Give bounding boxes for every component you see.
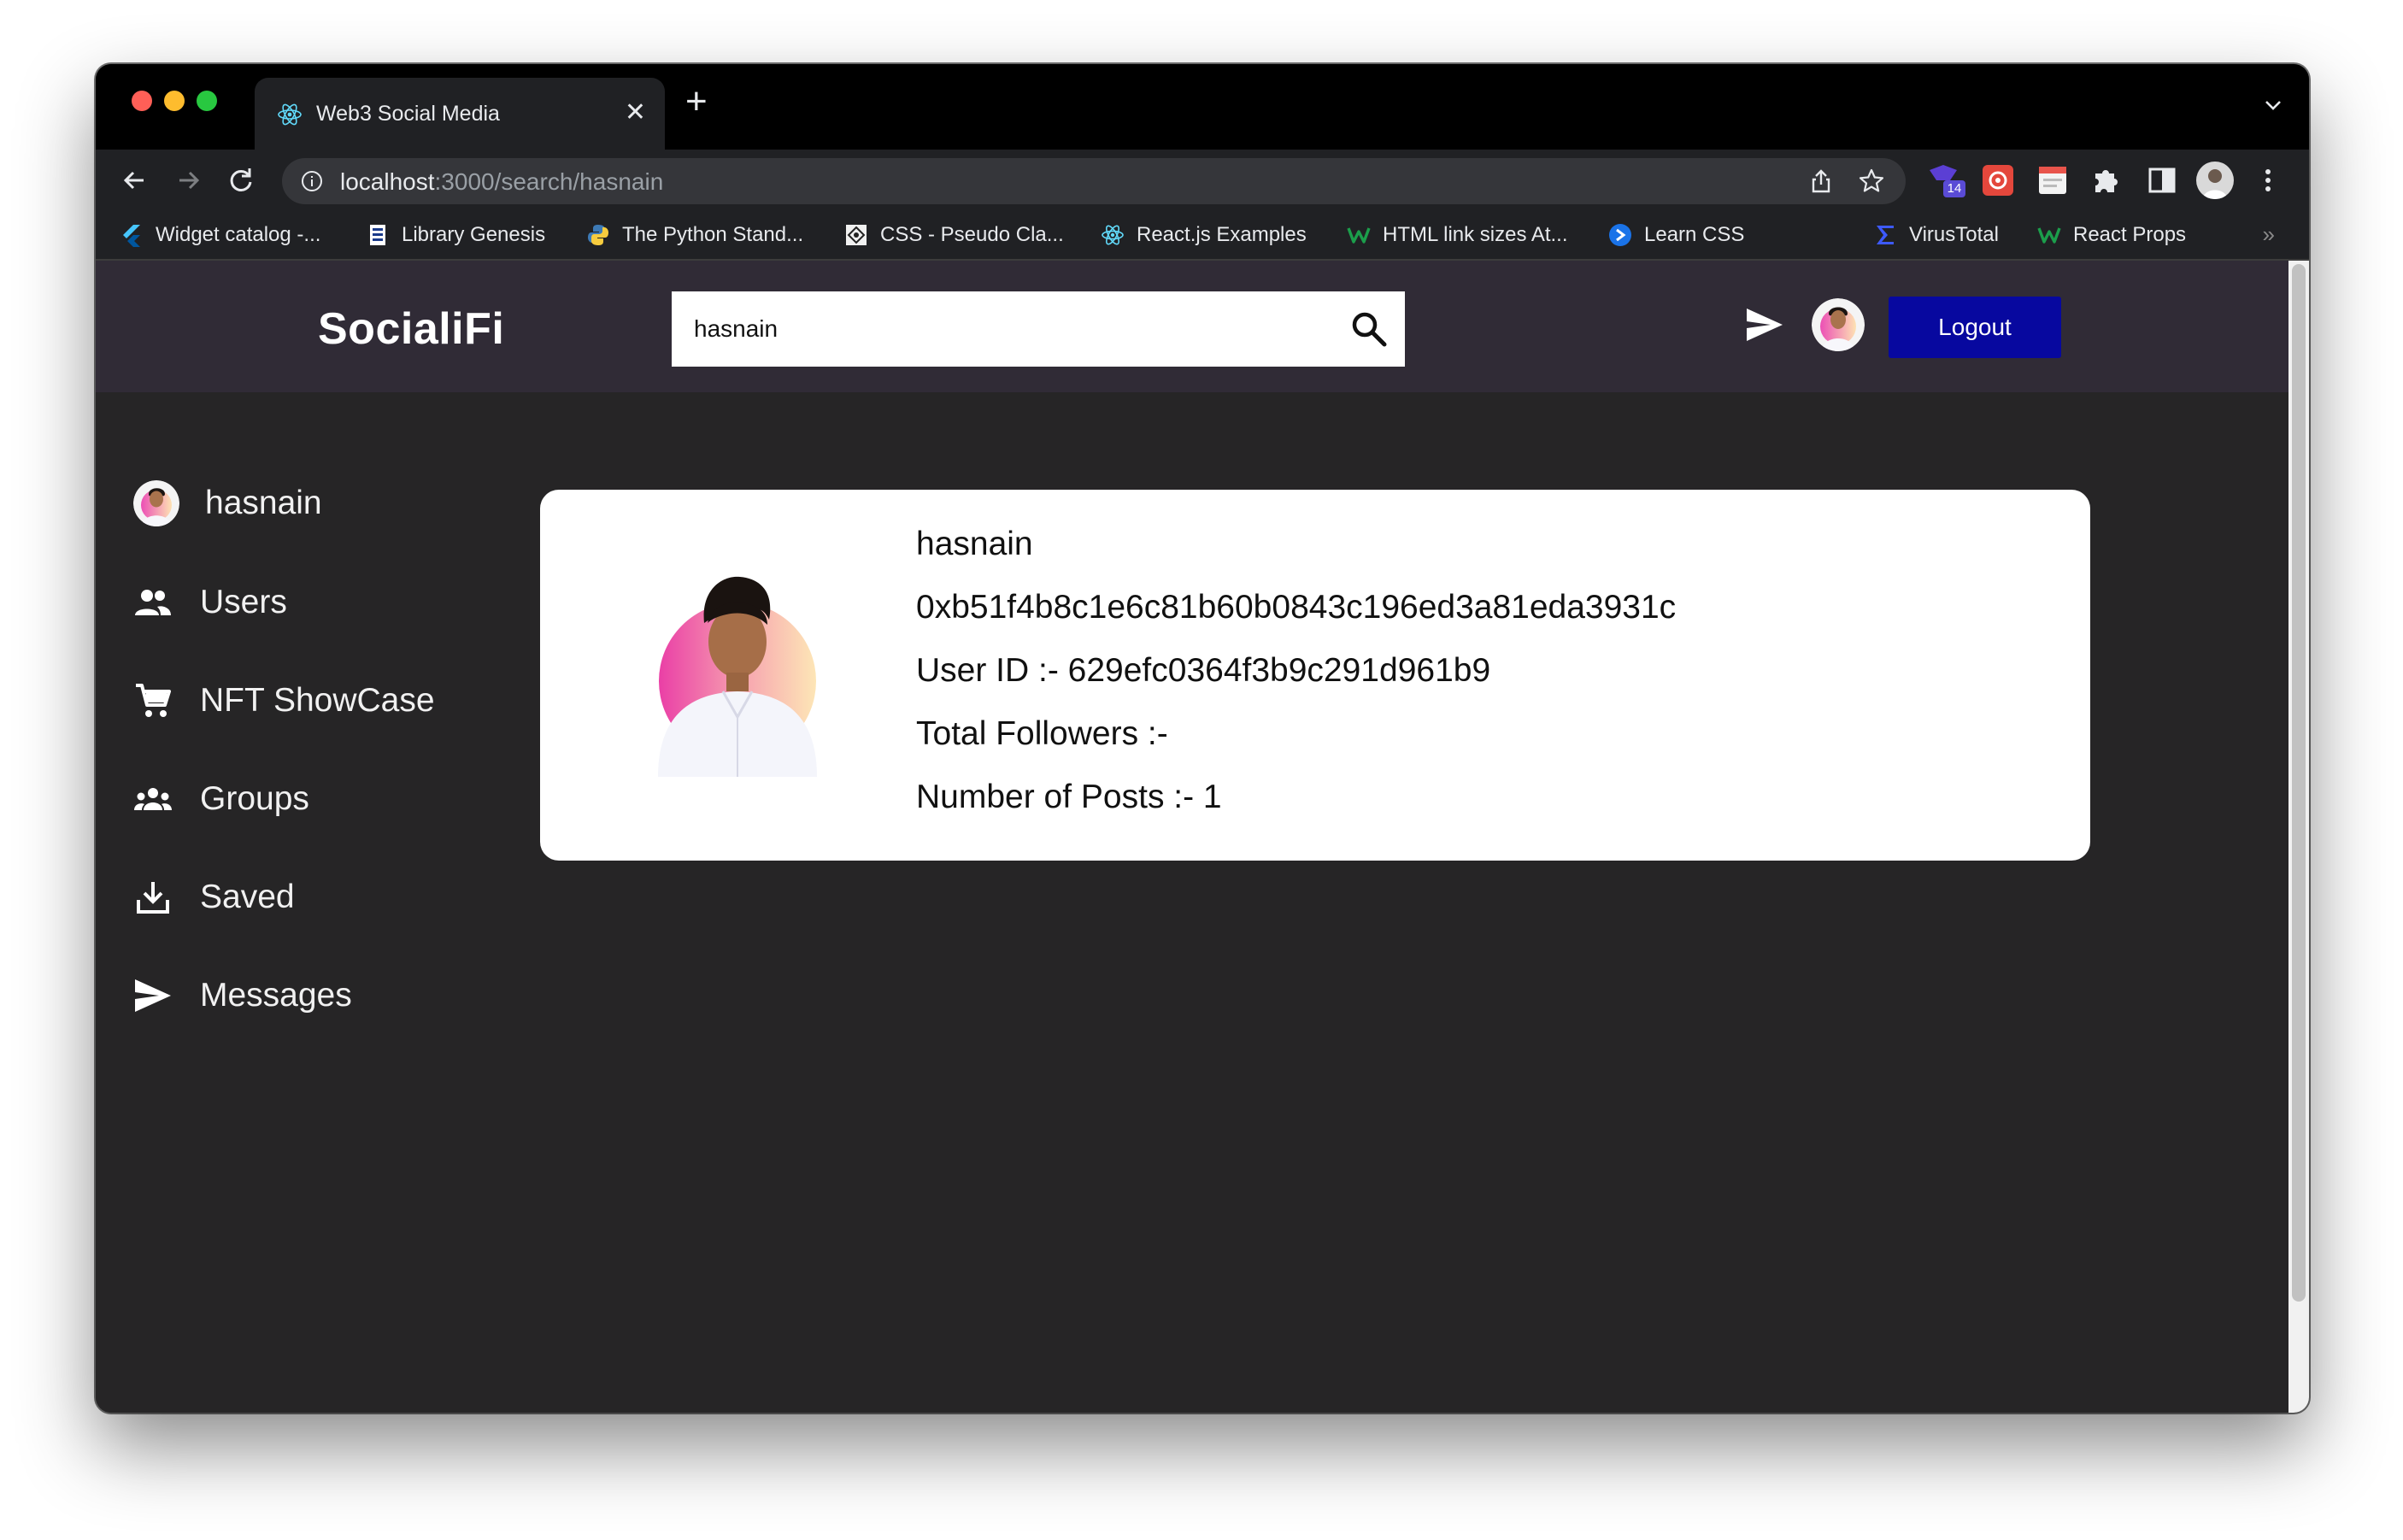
- user-result-card[interactable]: hasnain 0xb51f4b8c1e6c81b60b0843c196ed3a…: [540, 490, 2090, 861]
- bookmark-widget-catalog[interactable]: Widget catalog -...: [120, 221, 320, 249]
- sidebar-item-users[interactable]: Users: [133, 575, 287, 630]
- avatar[interactable]: [1812, 298, 1865, 351]
- search-bar: [672, 291, 1405, 367]
- bookmark-label: React.js Examples: [1137, 223, 1307, 246]
- profile-avatar-icon[interactable]: [2196, 162, 2234, 199]
- bookmark-css-pseudo[interactable]: CSS - Pseudo Cla...: [844, 221, 1064, 249]
- reload-icon[interactable]: [224, 163, 258, 197]
- send-icon[interactable]: [1745, 305, 1784, 344]
- bookmark-react-props[interactable]: React Props: [2037, 221, 2186, 249]
- more-menu-icon[interactable]: [2249, 162, 2287, 199]
- result-followers: Total Followers :-: [916, 715, 1168, 752]
- forward-arrow-icon[interactable]: [171, 163, 205, 197]
- react-icon: [1102, 225, 1124, 245]
- url-text: localhost:3000/search/hasnain: [340, 168, 663, 196]
- cart-icon: [136, 684, 171, 717]
- app-logo[interactable]: SocialiFi: [318, 303, 504, 355]
- sidebar-item-profile[interactable]: hasnain: [133, 476, 322, 531]
- extension-grid-icon[interactable]: [1979, 162, 2017, 199]
- bookmarks-overflow-button[interactable]: »: [2263, 221, 2275, 248]
- profile-photo: [655, 572, 820, 777]
- search-icon[interactable]: [1350, 310, 1388, 348]
- result-username: hasnain: [916, 526, 1033, 562]
- bookmark-star-icon[interactable]: [1858, 168, 1885, 195]
- extension-note-icon[interactable]: [2034, 162, 2071, 199]
- browser-tab[interactable]: Web3 Social Media ✕: [255, 78, 665, 150]
- bookmark-learn-css[interactable]: Learn CSS: [1608, 221, 1744, 249]
- puzzle-icon[interactable]: [2089, 162, 2126, 199]
- groups-icon: [134, 788, 172, 810]
- css-icon: [846, 225, 867, 245]
- sidebar-item-label: Groups: [200, 780, 309, 817]
- sidebar-item-groups[interactable]: Groups: [133, 772, 309, 826]
- search-input[interactable]: [672, 291, 1321, 367]
- w-icon: [2037, 227, 2061, 244]
- sidebar-item-label: NFT ShowCase: [200, 682, 435, 719]
- chevron-down-icon[interactable]: [2263, 95, 2283, 115]
- sidebar-item-label: hasnain: [205, 485, 322, 521]
- send-icon: [135, 979, 171, 1012]
- w-icon: [1347, 227, 1371, 244]
- tab-title: Web3 Social Media: [316, 102, 500, 126]
- share-icon[interactable]: [1808, 168, 1834, 194]
- bookmark-virustotal[interactable]: VirusTotal: [1873, 221, 1999, 249]
- tab-strip: Web3 Social Media ✕ +: [96, 64, 2309, 150]
- result-wallet-address: 0xb51f4b8c1e6c81b60b0843c196ed3a81eda393…: [916, 589, 1677, 626]
- sigma-icon: [1877, 226, 1894, 244]
- bookmark-label: VirusTotal: [1909, 223, 1999, 246]
- page-viewport: SocialiFi hasnain Logout hasnain Users N…: [96, 261, 2288, 1413]
- browser-toolbar: localhost:3000/search/hasnain 14: [96, 150, 2309, 211]
- bookmark-label: Widget catalog -...: [156, 223, 321, 246]
- close-tab-icon[interactable]: ✕: [625, 98, 646, 127]
- minimize-window-button[interactable]: [164, 91, 185, 111]
- bookmark-python[interactable]: The Python Stand...: [586, 221, 803, 249]
- address-bar[interactable]: localhost:3000/search/hasnain: [282, 158, 1906, 204]
- url-path: :3000/search/hasnain: [434, 168, 664, 195]
- back-arrow-icon[interactable]: [118, 163, 152, 197]
- bookmark-label: HTML link sizes At...: [1383, 223, 1568, 246]
- side-panel-icon[interactable]: [2143, 162, 2181, 199]
- arrow-circle-icon: [1609, 224, 1631, 246]
- python-icon: [588, 225, 608, 245]
- bookmark-html-link-sizes[interactable]: HTML link sizes At...: [1347, 221, 1568, 249]
- url-host: localhost: [340, 168, 435, 195]
- avatar: [133, 480, 179, 526]
- browser-window: Web3 Social Media ✕ + localhost:3000/sea…: [96, 64, 2309, 1413]
- sidebar-item-saved[interactable]: Saved: [133, 870, 295, 925]
- sidebar-item-label: Saved: [200, 879, 295, 915]
- bookmark-label: Learn CSS: [1644, 223, 1745, 246]
- flutter-icon: [123, 225, 140, 247]
- bookmark-label: The Python Stand...: [622, 223, 804, 246]
- bookmark-label: React Props: [2073, 223, 2187, 246]
- extension-badge-icon[interactable]: 14: [1924, 162, 1965, 199]
- close-window-button[interactable]: [132, 91, 152, 111]
- bookmark-label: Library Genesis: [402, 223, 546, 246]
- new-tab-button[interactable]: +: [685, 83, 708, 120]
- scrollbar-thumb[interactable]: [2292, 264, 2306, 1302]
- sidebar-item-nft-showcase[interactable]: NFT ShowCase: [133, 673, 435, 728]
- people-icon: [135, 590, 171, 615]
- logout-button[interactable]: Logout: [1889, 297, 2061, 358]
- sidebar-item-label: Messages: [200, 977, 352, 1014]
- sidebar-item-messages[interactable]: Messages: [133, 968, 352, 1023]
- extension-badge-count: 14: [1943, 180, 1965, 197]
- book-icon: [370, 225, 385, 245]
- result-user-id: User ID :- 629efc0364f3b9c291d961b9: [916, 652, 1491, 689]
- bookmark-react-examples[interactable]: React.js Examples: [1101, 221, 1307, 249]
- maximize-window-button[interactable]: [197, 91, 217, 111]
- bookmark-library-genesis[interactable]: Library Genesis: [366, 221, 545, 249]
- result-posts: Number of Posts :- 1: [916, 779, 1222, 815]
- download-icon: [137, 882, 169, 914]
- app-navbar: SocialiFi hasnain Logout: [96, 261, 2288, 392]
- sidebar-item-label: Users: [200, 584, 287, 620]
- page-scrollbar[interactable]: [2288, 261, 2309, 1413]
- react-icon: [278, 103, 302, 126]
- bookmark-label: CSS - Pseudo Cla...: [880, 223, 1064, 246]
- info-icon[interactable]: [301, 170, 323, 192]
- bookmarks-bar: Widget catalog -... Library Genesis The …: [96, 211, 2309, 261]
